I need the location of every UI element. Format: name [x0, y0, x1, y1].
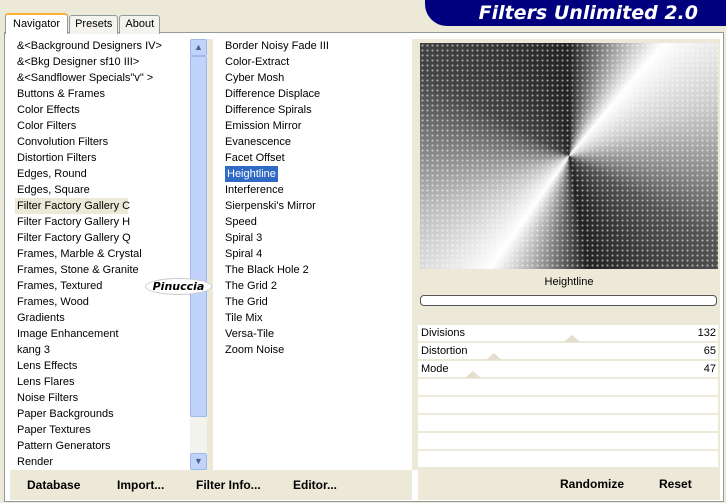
- filter-item[interactable]: Versa-Tile: [223, 326, 408, 342]
- category-item[interactable]: Convolution Filters: [15, 134, 190, 150]
- category-item[interactable]: &<Background Designers IV>: [15, 38, 190, 54]
- filter-item[interactable]: Color-Extract: [223, 54, 408, 70]
- preview-image: [420, 43, 718, 269]
- param-slider-mode[interactable]: Mode 47: [418, 361, 718, 379]
- filter-name-label: Heightline: [544, 276, 594, 288]
- category-item[interactable]: Paper Backgrounds: [15, 406, 190, 422]
- category-item[interactable]: Paper Textures: [15, 422, 190, 438]
- scroll-up-icon[interactable]: ▲: [190, 39, 207, 56]
- category-scrollbar[interactable]: ▲ ▼: [190, 39, 207, 470]
- randomize-button[interactable]: Randomize: [560, 477, 624, 491]
- selected-filter[interactable]: Heightline: [225, 166, 278, 182]
- category-item[interactable]: Frames, Stone & Granite: [15, 262, 190, 278]
- category-item[interactable]: Lens Flares: [15, 374, 190, 390]
- reset-button[interactable]: Reset: [659, 477, 692, 491]
- category-item[interactable]: &<Bkg Designer sf10 III>: [15, 54, 190, 70]
- app-title-banner: Filters Unlimited 2.0: [425, 0, 726, 26]
- category-item[interactable]: Frames, Marble & Crystal: [15, 246, 190, 262]
- tab-bar: Navigator Presets About: [5, 13, 161, 34]
- category-item[interactable]: Render: [15, 454, 190, 470]
- slider-pointer-icon[interactable]: [564, 335, 581, 342]
- filter-settings-panel: Heightline Divisions 132 Distortion 65 Mode 4…: [418, 39, 720, 500]
- filter-item[interactable]: Interference: [223, 182, 408, 198]
- watermark-logo: Pinuccia: [145, 278, 212, 295]
- param-slider-empty: [418, 379, 718, 397]
- param-slider-empty: [418, 397, 718, 415]
- category-item[interactable]: kang 3: [15, 342, 190, 358]
- param-slider-empty: [418, 433, 718, 451]
- param-label: Divisions: [421, 327, 466, 339]
- filter-item[interactable]: Sierpenski's Mirror: [223, 198, 408, 214]
- filter-item[interactable]: Evanescence: [223, 134, 408, 150]
- category-item[interactable]: &<Sandflower Specials"v" >: [15, 70, 190, 86]
- category-item[interactable]: Filter Factory Gallery H: [15, 214, 190, 230]
- filter-item[interactable]: Emission Mirror: [223, 118, 408, 134]
- scroll-down-icon[interactable]: ▼: [190, 453, 207, 470]
- param-value: 47: [703, 363, 716, 375]
- param-label: Mode: [421, 363, 449, 375]
- category-item[interactable]: Pattern Generators: [15, 438, 190, 454]
- param-slider-empty: [418, 415, 718, 433]
- filter-list[interactable]: Border Noisy Fade III Color-Extract Cyber …: [223, 38, 408, 358]
- category-item[interactable]: Buttons & Frames: [15, 86, 190, 102]
- category-item[interactable]: Noise Filters: [15, 390, 190, 406]
- category-item[interactable]: Gradients: [15, 310, 190, 326]
- category-item[interactable]: Edges, Square: [15, 182, 190, 198]
- filter-item[interactable]: Zoom Noise: [223, 342, 408, 358]
- bottom-toolbar: Database Import... Filter Info... Editor…: [10, 470, 412, 500]
- category-item[interactable]: Image Enhancement: [15, 326, 190, 342]
- slider-pointer-icon[interactable]: [464, 371, 481, 378]
- param-slider-distortion[interactable]: Distortion 65: [418, 343, 718, 361]
- tab-about[interactable]: About: [119, 15, 161, 34]
- editor-button[interactable]: Editor...: [293, 478, 337, 492]
- divider: [207, 39, 213, 470]
- param-slider-empty: [418, 451, 718, 469]
- category-item[interactable]: Filter Factory Gallery C: [15, 198, 130, 214]
- tab-navigator[interactable]: Navigator: [5, 13, 69, 34]
- category-item[interactable]: Edges, Round: [15, 166, 190, 182]
- database-button[interactable]: Database: [27, 478, 80, 492]
- param-value: 132: [697, 327, 716, 339]
- import-button[interactable]: Import...: [117, 478, 164, 492]
- param-label: Distortion: [421, 345, 468, 357]
- filter-item[interactable]: Facet Offset: [223, 150, 408, 166]
- tab-presets[interactable]: Presets: [69, 15, 119, 34]
- category-list[interactable]: &<Background Designers IV> &<Bkg Designer…: [15, 38, 190, 470]
- category-item[interactable]: Frames, Wood: [15, 294, 190, 310]
- param-value: 65: [703, 345, 716, 357]
- filter-info-button[interactable]: Filter Info...: [196, 478, 261, 492]
- filter-item[interactable]: Spiral 3: [223, 230, 408, 246]
- filter-item[interactable]: Difference Displace: [223, 86, 408, 102]
- category-item[interactable]: Color Effects: [15, 102, 190, 118]
- filter-item[interactable]: The Grid 2: [223, 278, 408, 294]
- filter-item[interactable]: Border Noisy Fade III: [223, 38, 408, 54]
- filter-item[interactable]: Spiral 4: [223, 246, 408, 262]
- category-item[interactable]: Lens Effects: [15, 358, 190, 374]
- filter-item[interactable]: The Grid: [223, 294, 408, 310]
- filter-item[interactable]: Heightline: [223, 166, 408, 182]
- slider-pointer-icon[interactable]: [485, 353, 502, 360]
- filter-item[interactable]: The Black Hole 2: [223, 262, 408, 278]
- category-item[interactable]: Filter Factory Gallery Q: [15, 230, 190, 246]
- scroll-thumb[interactable]: [190, 56, 207, 417]
- filter-item[interactable]: Speed: [223, 214, 408, 230]
- filter-item[interactable]: Tile Mix: [223, 310, 408, 326]
- filter-item[interactable]: Difference Spirals: [223, 102, 408, 118]
- filter-item[interactable]: Cyber Mosh: [223, 70, 408, 86]
- category-item[interactable]: Distortion Filters: [15, 150, 190, 166]
- progress-bar: [420, 295, 717, 306]
- param-slider-divisions[interactable]: Divisions 132: [418, 325, 718, 343]
- category-item[interactable]: Color Filters: [15, 118, 190, 134]
